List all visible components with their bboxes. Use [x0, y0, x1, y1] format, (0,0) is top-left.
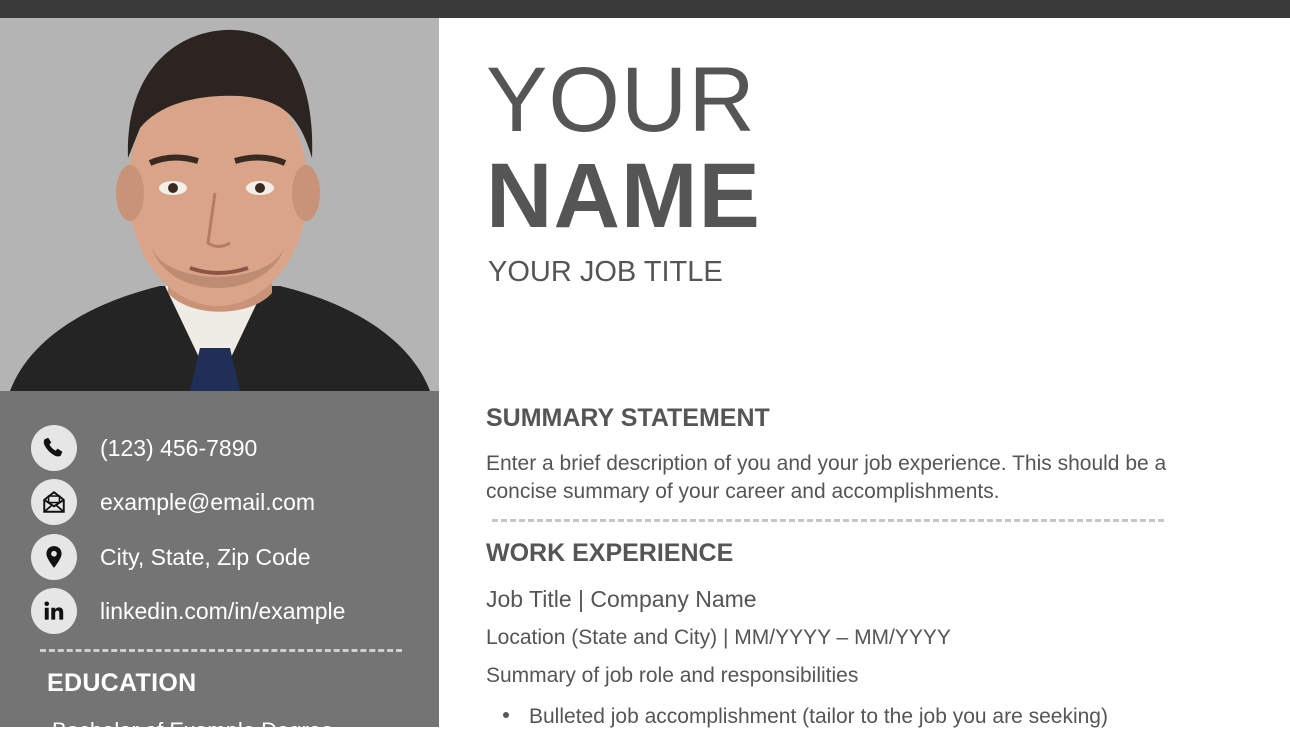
work-summary-line: Summary of job role and responsibilities	[486, 664, 859, 687]
email-icon	[31, 479, 77, 525]
summary-text: Enter a brief description of you and you…	[486, 452, 1167, 503]
job-title: YOUR JOB TITLE	[488, 256, 723, 288]
education-item: Bachelor of Example Degree	[52, 718, 334, 743]
top-bar	[0, 0, 1290, 18]
profile-photo-illustration	[0, 18, 439, 391]
work-location-line: Location (State and City) | MM/YYYY – MM…	[486, 626, 951, 649]
work-job-line: Job Title | Company Name	[486, 586, 757, 612]
phone-number[interactable]: (123) 456-7890	[100, 435, 257, 462]
sidebar: (123) 456-7890 example@email.com City, S…	[0, 18, 439, 743]
summary-heading: SUMMARY STATEMENT	[486, 404, 770, 432]
contact-location: City, State, Zip Code	[31, 534, 311, 580]
name-last: NAME	[486, 145, 761, 247]
email-address[interactable]: example@email.com	[100, 489, 315, 516]
profile-photo	[0, 18, 439, 391]
contact-phone: (123) 456-7890	[31, 425, 257, 471]
work-bullet-item: Bulleted job accomplishment (tailor to t…	[503, 705, 1108, 729]
bullet-text: Bulleted job accomplishment (tailor to t…	[529, 705, 1108, 728]
section-divider	[492, 519, 1164, 522]
contact-email: example@email.com	[31, 479, 315, 525]
location-text: City, State, Zip Code	[100, 543, 311, 570]
linkedin-url[interactable]: linkedin.com/in/example	[100, 598, 345, 625]
linkedin-icon	[31, 588, 77, 634]
name-first: YOUR	[486, 49, 756, 151]
contact-linkedin: linkedin.com/in/example	[31, 588, 345, 634]
education-heading: EDUCATION	[47, 669, 197, 697]
phone-icon	[31, 425, 77, 471]
location-pin-icon	[31, 534, 77, 580]
bullet-dot-icon	[503, 712, 509, 719]
work-heading: WORK EXPERIENCE	[486, 539, 734, 567]
sidebar-divider	[40, 649, 402, 652]
